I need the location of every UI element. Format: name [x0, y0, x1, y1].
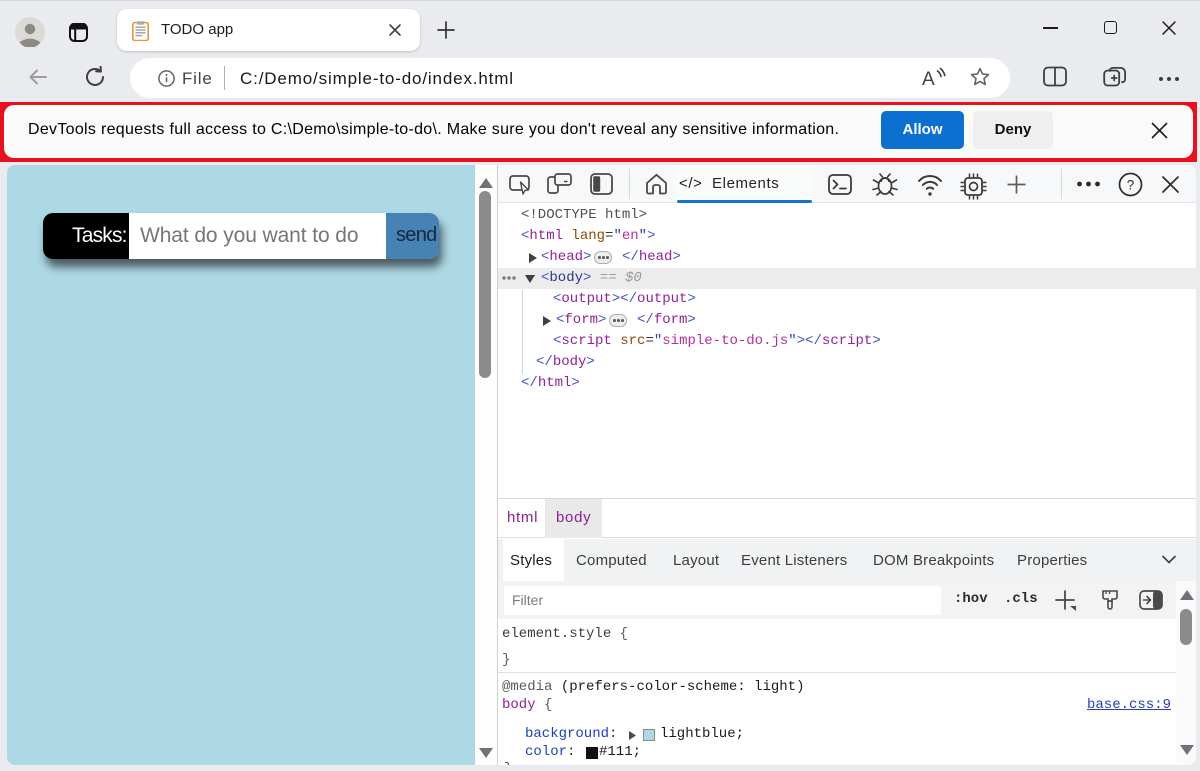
- svg-text:A: A: [922, 69, 935, 89]
- svg-text:?: ?: [1127, 177, 1135, 192]
